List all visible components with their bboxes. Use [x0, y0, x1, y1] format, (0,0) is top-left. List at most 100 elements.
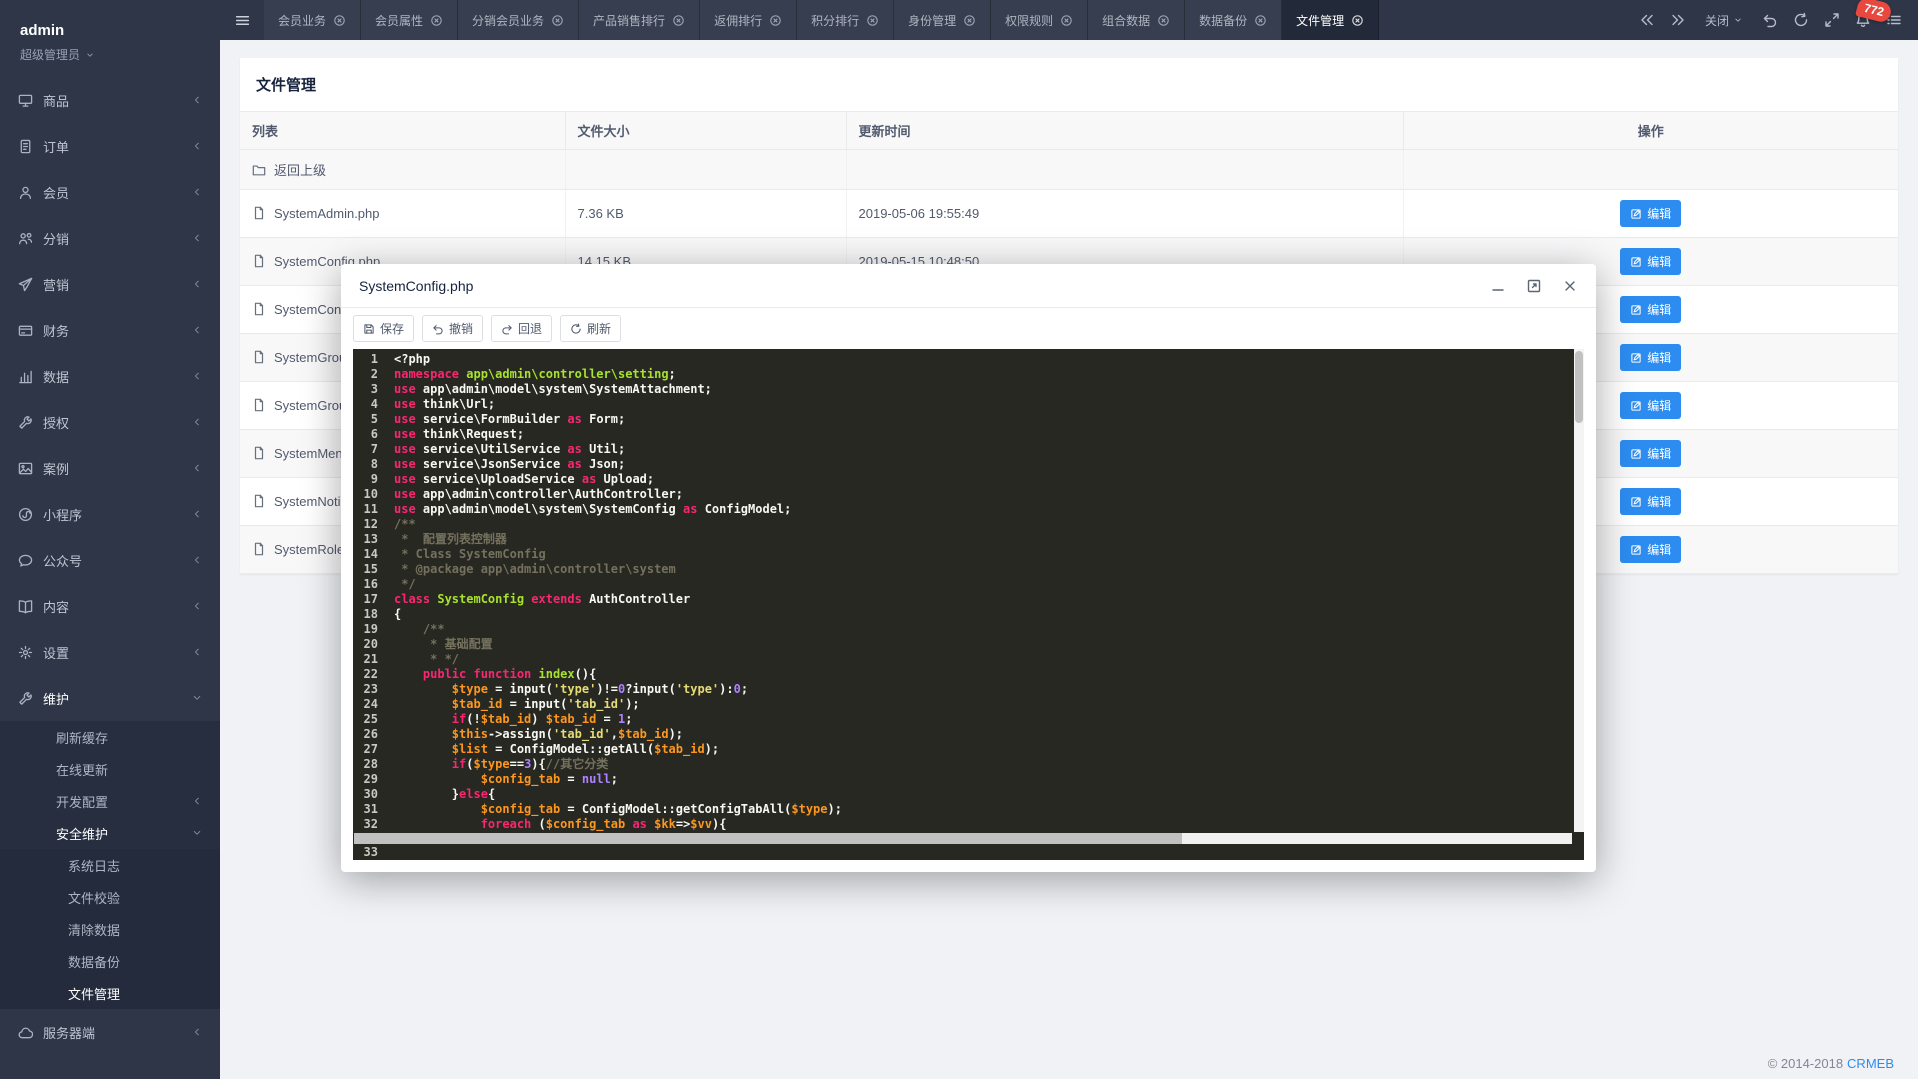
sidebar-item-finance[interactable]: 财务: [0, 307, 220, 353]
sidebar-item-marketing[interactable]: 营销: [0, 261, 220, 307]
tab-label: 组合数据: [1102, 12, 1150, 29]
topbar: 会员业务会员属性分销会员业务产品销售排行返佣排行积分排行身份管理权限规则组合数据…: [220, 0, 1918, 40]
sidebar-item-settings[interactable]: 设置: [0, 629, 220, 675]
minimize-icon: [1490, 278, 1506, 294]
tab-close-icon[interactable]: [430, 14, 443, 27]
refresh-button[interactable]: 刷新: [560, 315, 621, 342]
rollback-button[interactable]: 回退: [491, 315, 552, 342]
chevron-left-icon: [192, 555, 202, 565]
sidebar-item-label: 财务: [43, 321, 69, 340]
line-number: 12: [353, 517, 378, 532]
code-line: <?php: [394, 352, 1584, 367]
sidebar-item-goods[interactable]: 商品: [0, 77, 220, 123]
parent-dir-row[interactable]: 返回上级: [240, 150, 1898, 190]
settings-icon: [18, 645, 33, 660]
minimize-button[interactable]: [1490, 278, 1506, 294]
submenu-security-maintenance: 系统日志文件校验清除数据数据备份文件管理: [0, 849, 220, 1009]
horizontal-scrollbar[interactable]: [354, 833, 1572, 844]
line-number: 25: [353, 712, 378, 727]
tab-close-icon[interactable]: [672, 14, 685, 27]
tab-combined-data[interactable]: 组合数据: [1088, 0, 1185, 40]
tab-file-manage[interactable]: 文件管理: [1282, 0, 1379, 40]
tab-member-attr[interactable]: 会员属性: [361, 0, 458, 40]
edit-button[interactable]: 编辑: [1620, 536, 1681, 563]
tab-permission-rules[interactable]: 权限规则: [991, 0, 1088, 40]
toolbar-button-label: 撤销: [449, 320, 473, 337]
authorization-icon: [18, 415, 33, 430]
sidebar: admin 超级管理员 商品订单会员分销营销财务数据授权案例小程序公众号内容设置…: [0, 0, 220, 1079]
sidebar-item-data-backup[interactable]: 数据备份: [0, 945, 220, 977]
sidebar-item-miniprogram[interactable]: 小程序: [0, 491, 220, 537]
tab-member-business[interactable]: 会员业务: [264, 0, 361, 40]
chevron-left-icon: [192, 95, 202, 105]
edit-button[interactable]: 编辑: [1620, 296, 1681, 323]
sidebar-item-maintenance[interactable]: 维护: [0, 675, 220, 721]
sidebar-item-authorization[interactable]: 授权: [0, 399, 220, 445]
sidebar-item-orders[interactable]: 订单: [0, 123, 220, 169]
tab-identity-manage[interactable]: 身份管理: [894, 0, 991, 40]
tab-rebate-rank[interactable]: 返佣排行: [700, 0, 797, 40]
maximize-button[interactable]: [1526, 278, 1542, 294]
sidebar-item-content[interactable]: 内容: [0, 583, 220, 629]
brand-link[interactable]: CRMEB: [1847, 1056, 1894, 1071]
tabs-scroll-left-button[interactable]: [1639, 12, 1655, 28]
tab-close-icon[interactable]: [866, 14, 879, 27]
file-name-cell: SystemAdmin.php: [240, 190, 565, 238]
hamburger-menu-button[interactable]: [220, 0, 264, 40]
tabs-scroll-right-button[interactable]: [1670, 12, 1686, 28]
tab-close-icon[interactable]: [1254, 14, 1267, 27]
toolbar-button-label: 回退: [518, 320, 542, 337]
finance-icon: [18, 323, 33, 338]
tab-close-icon[interactable]: [1351, 14, 1364, 27]
notifications-button[interactable]: 772: [1855, 12, 1871, 28]
sidebar-item-system-log[interactable]: 系统日志: [0, 849, 220, 881]
edit-button-label: 编辑: [1647, 445, 1671, 462]
close-button[interactable]: [1562, 278, 1578, 294]
sidebar-item-cases[interactable]: 案例: [0, 445, 220, 491]
tab-close-icon[interactable]: [769, 14, 782, 27]
tab-dist-member-business[interactable]: 分销会员业务: [458, 0, 579, 40]
undo-button[interactable]: [1762, 12, 1778, 28]
fullscreen-button[interactable]: [1824, 12, 1840, 28]
tab-close-icon[interactable]: [963, 14, 976, 27]
sidebar-item-official-account[interactable]: 公众号: [0, 537, 220, 583]
tab-close-icon[interactable]: [333, 14, 346, 27]
sidebar-item-members[interactable]: 会员: [0, 169, 220, 215]
line-number: 8: [353, 457, 378, 472]
edit-button[interactable]: 编辑: [1620, 488, 1681, 515]
line-number: 27: [353, 742, 378, 757]
sidebar-item-label: 刷新缓存: [56, 728, 108, 747]
user-role-dropdown[interactable]: 超级管理员: [20, 46, 200, 63]
sidebar-item-server[interactable]: 服务器端: [0, 1009, 220, 1055]
sidebar-item-distribution[interactable]: 分销: [0, 215, 220, 261]
edit-button[interactable]: 编辑: [1620, 440, 1681, 467]
undo-button[interactable]: 撤销: [422, 315, 483, 342]
tab-data-backup[interactable]: 数据备份: [1185, 0, 1282, 40]
sidebar-item-security-maintenance[interactable]: 安全维护: [0, 817, 220, 849]
tab-close-icon[interactable]: [551, 14, 564, 27]
vertical-scrollbar[interactable]: [1574, 349, 1584, 832]
horizontal-scrollbar-thumb[interactable]: [354, 833, 1182, 844]
code-editor[interactable]: 1234567891011121314151617181920212223242…: [353, 349, 1584, 860]
close-tabs-dropdown[interactable]: 关闭: [1705, 12, 1743, 29]
sidebar-item-refresh-cache[interactable]: 刷新缓存: [0, 721, 220, 753]
tab-close-icon[interactable]: [1060, 14, 1073, 27]
edit-button[interactable]: 编辑: [1620, 248, 1681, 275]
edit-button[interactable]: 编辑: [1620, 392, 1681, 419]
sidebar-item-file-verify[interactable]: 文件校验: [0, 881, 220, 913]
sidebar-item-dev-config[interactable]: 开发配置: [0, 785, 220, 817]
sidebar-item-online-update[interactable]: 在线更新: [0, 753, 220, 785]
save-button[interactable]: 保存: [353, 315, 414, 342]
tab-product-sales-rank[interactable]: 产品销售排行: [579, 0, 700, 40]
sidebar-item-data[interactable]: 数据: [0, 353, 220, 399]
edit-button[interactable]: 编辑: [1620, 344, 1681, 371]
refresh-button[interactable]: [1793, 12, 1809, 28]
double-right-icon: [1670, 12, 1686, 28]
sidebar-item-clear-data[interactable]: 清除数据: [0, 913, 220, 945]
line-number: 15: [353, 562, 378, 577]
vertical-scrollbar-thumb[interactable]: [1575, 351, 1583, 423]
tab-points-rank[interactable]: 积分排行: [797, 0, 894, 40]
sidebar-item-file-manage[interactable]: 文件管理: [0, 977, 220, 1009]
tab-close-icon[interactable]: [1157, 14, 1170, 27]
edit-button[interactable]: 编辑: [1620, 200, 1681, 227]
